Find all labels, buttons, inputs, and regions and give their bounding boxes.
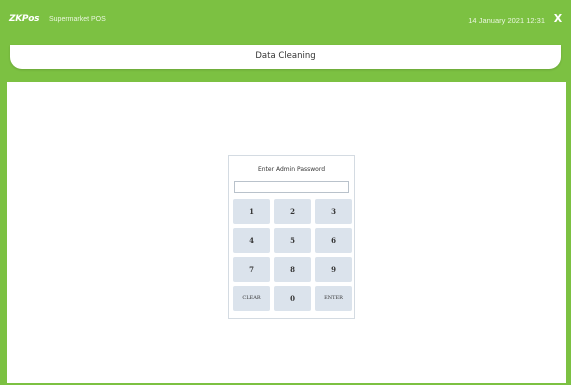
page-header: Data Cleaning bbox=[10, 45, 561, 69]
app-title: Supermarket POS bbox=[49, 16, 106, 23]
password-input[interactable] bbox=[234, 181, 349, 193]
title-bar: ZKPos Supermarket POS 14 January 2021 12… bbox=[0, 0, 571, 46]
key-4[interactable]: 4 bbox=[233, 228, 270, 253]
password-dialog: Enter Admin Password 1 2 3 4 5 6 7 8 9 C… bbox=[228, 155, 355, 319]
key-5[interactable]: 5 bbox=[274, 228, 311, 253]
key-1[interactable]: 1 bbox=[233, 199, 270, 224]
key-0[interactable]: 0 bbox=[274, 286, 311, 311]
key-2[interactable]: 2 bbox=[274, 199, 311, 224]
app-logo: ZKPos bbox=[9, 14, 40, 24]
key-6[interactable]: 6 bbox=[315, 228, 352, 253]
clear-button[interactable]: CLEAR bbox=[233, 286, 270, 311]
enter-button[interactable]: ENTER bbox=[315, 286, 352, 311]
key-8[interactable]: 8 bbox=[274, 257, 311, 282]
dialog-title: Enter Admin Password bbox=[257, 166, 326, 173]
page-title: Data Cleaning bbox=[255, 51, 316, 61]
key-7[interactable]: 7 bbox=[233, 257, 270, 282]
close-button[interactable]: X bbox=[550, 11, 566, 27]
datetime-display: 14 January 2021 12:31 bbox=[468, 16, 545, 25]
key-3[interactable]: 3 bbox=[315, 199, 352, 224]
key-9[interactable]: 9 bbox=[315, 257, 352, 282]
